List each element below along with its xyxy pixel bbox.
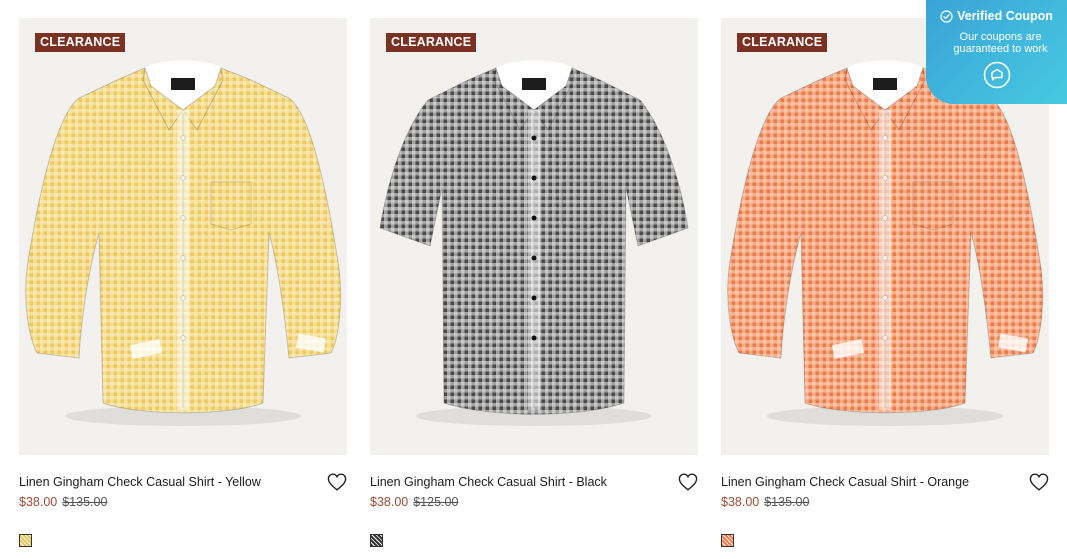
price-row: $38.00 $135.00 [721, 495, 809, 509]
original-price: $125.00 [413, 495, 459, 509]
clearance-badge: CLEARANCE [35, 33, 126, 52]
color-swatch-yellow[interactable] [19, 534, 32, 547]
coupon-title: Verified Coupon [957, 9, 1053, 23]
price-row: $38.00 $135.00 [19, 495, 107, 509]
verified-coupon-widget[interactable]: Verified Coupon Our coupons are guarante… [926, 0, 1067, 104]
color-swatch-black[interactable] [370, 534, 383, 547]
heart-icon[interactable] [327, 473, 347, 491]
sale-price: $38.00 [19, 495, 58, 509]
shirt-image [25, 60, 342, 426]
product-grid: CLEARANCE Linen Gingham Check Casual Shi… [19, 18, 1059, 559]
coupon-description: Our coupons are guaranteed to work [953, 31, 1048, 55]
heart-icon[interactable] [678, 473, 698, 491]
sale-price: $38.00 [370, 495, 409, 509]
heart-icon[interactable] [1029, 473, 1049, 491]
product-card[interactable]: CLEARANCE Linen Gingham Check Casual Shi… [19, 18, 347, 559]
shirt-image [379, 60, 689, 426]
product-image[interactable]: CLEARANCE [19, 18, 347, 455]
sale-price: $38.00 [721, 495, 760, 509]
chat-bubble-icon[interactable] [983, 61, 1011, 89]
product-title[interactable]: Linen Gingham Check Casual Shirt - Yello… [19, 475, 261, 489]
check-circle-icon [940, 9, 953, 23]
product-card[interactable]: CLEARANCE Linen Gingham Check Casual Shi… [370, 18, 698, 559]
original-price: $135.00 [62, 495, 108, 509]
clearance-badge: CLEARANCE [386, 33, 477, 52]
product-title[interactable]: Linen Gingham Check Casual Shirt - Black [370, 475, 607, 489]
clearance-badge: CLEARANCE [737, 33, 828, 52]
product-image[interactable]: CLEARANCE [370, 18, 698, 455]
color-swatch-orange[interactable] [721, 534, 734, 547]
coupon-header: Verified Coupon [926, 9, 1067, 23]
product-title[interactable]: Linen Gingham Check Casual Shirt - Orang… [721, 475, 969, 489]
original-price: $135.00 [764, 495, 810, 509]
price-row: $38.00 $125.00 [370, 495, 458, 509]
